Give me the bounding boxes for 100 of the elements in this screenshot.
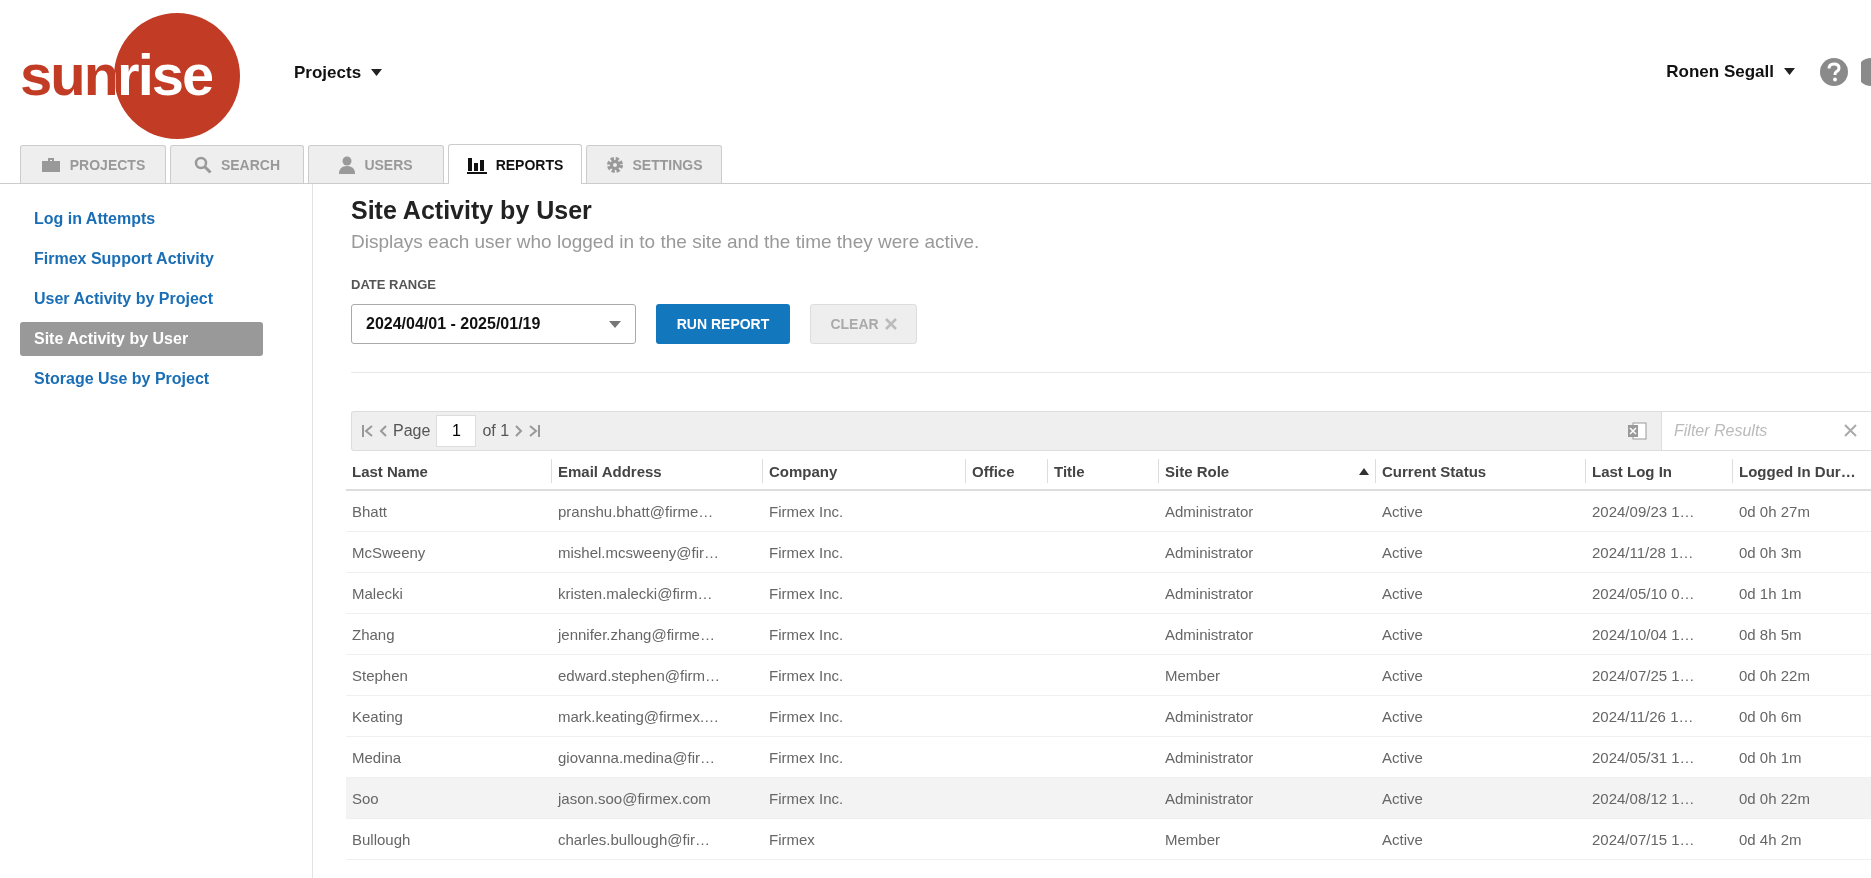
tab[interactable]: REPORTS (448, 144, 582, 184)
column-header[interactable]: Office (966, 459, 1048, 483)
projects-menu[interactable]: Projects (288, 61, 389, 84)
column-header[interactable]: Current Status (1376, 459, 1586, 483)
search-icon (193, 155, 212, 174)
table-cell: 0d 8h 5m (1739, 625, 1802, 643)
table-cell: 0d 0h 27m (1739, 502, 1810, 520)
table-cell: Active (1382, 502, 1423, 520)
date-range-label: DATE RANGE (351, 277, 437, 292)
table-row[interactable]: Soo jason.soo@firmex.com Firmex Inc. Administrator Active 2024/08/12 1… 0d 0h 22m (346, 778, 1871, 819)
first-page-icon[interactable] (362, 425, 373, 437)
table-cell: Administrator (1165, 625, 1254, 643)
table-cell: Zhang (352, 625, 395, 643)
caret-icon (371, 69, 383, 76)
table-cell: 2024/09/23 1… (1592, 502, 1695, 520)
gear-icon (605, 155, 624, 174)
table-row[interactable]: Keating mark.keating@firmex.… Firmex Inc. Administrator Active 2024/11/26 1… 0d 0h 6m (346, 696, 1871, 737)
page-label: Page (393, 422, 431, 440)
table-cell: Bhatt (352, 502, 388, 520)
close-icon (884, 318, 897, 330)
table-cell: Stephen (352, 666, 408, 684)
table-cell: mishel.mcsweeny@fir… (558, 543, 720, 561)
table-cell: Administrator (1165, 502, 1254, 520)
table-cell: Firmex Inc. (769, 584, 844, 602)
table-cell: Firmex Inc. (769, 625, 844, 643)
table-cell: 2024/08/12 1… (1592, 789, 1695, 807)
table-cell: Administrator (1165, 543, 1254, 561)
previous-page-icon[interactable] (379, 425, 387, 437)
table-cell: Administrator (1165, 584, 1254, 602)
next-page-icon[interactable] (515, 425, 524, 437)
spreadsheet-icon[interactable] (1627, 421, 1647, 441)
table-cell: Active (1382, 830, 1423, 848)
user-menu[interactable]: Ronen Segall (1660, 60, 1801, 83)
table-cell: Firmex Inc. (769, 543, 844, 561)
column-header[interactable]: Logged In Dur… (1733, 459, 1867, 483)
column-header[interactable]: Company (763, 459, 966, 483)
table-cell: 2024/05/31 1… (1592, 748, 1695, 766)
table-cell: Active (1382, 748, 1423, 766)
table-cell: jason.soo@firmex.com (558, 789, 711, 807)
table-cell: Firmex Inc. (769, 789, 844, 807)
column-header[interactable]: Site Role (1159, 459, 1376, 483)
sidebar-item[interactable]: User Activity by Project (20, 282, 263, 316)
table-cell: Firmex Inc. (769, 707, 844, 725)
caret-icon (1784, 68, 1795, 75)
table-cell: 2024/11/26 1… (1592, 707, 1694, 725)
table-cell: Malecki (352, 584, 403, 602)
table-cell: Keating (352, 707, 403, 725)
table-cell: 2024/07/25 1… (1592, 666, 1695, 684)
table-cell: Bullough (352, 830, 411, 848)
user-icon (339, 155, 356, 174)
table-cell: 0d 1h 1m (1739, 584, 1802, 602)
table-cell: 0d 0h 1m (1739, 748, 1802, 766)
table-row[interactable]: Bhatt pranshu.bhatt@firme… Firmex Inc. Administrator Active 2024/09/23 1… 0d 0h 27m (346, 491, 1871, 532)
column-header[interactable]: Last Name (346, 459, 552, 483)
clear-filter-icon[interactable] (1844, 424, 1857, 437)
column-header[interactable]: Last Log In (1586, 459, 1733, 483)
sidebar-item[interactable]: Log in Attempts (20, 202, 263, 236)
table-cell: mark.keating@firmex.… (558, 707, 720, 725)
table-cell: Firmex Inc. (769, 666, 844, 684)
sidebar-item[interactable]: Storage Use by Project (20, 362, 263, 396)
column-header[interactable]: Email Address (552, 459, 763, 483)
table-cell: edward.stephen@firm… (558, 666, 720, 684)
table-cell: Active (1382, 789, 1423, 807)
table-cell: 2024/05/10 0… (1592, 584, 1695, 602)
table-cell: Firmex Inc. (769, 502, 844, 520)
page-count: of 1 (482, 422, 510, 440)
table-cell: charles.bullough@fir… (558, 830, 710, 848)
column-header[interactable]: Title (1048, 459, 1159, 483)
table-row[interactable]: Bullough charles.bullough@fir… Firmex Member Active 2024/07/15 1… 0d 4h 2m (346, 819, 1871, 860)
help-icon[interactable] (1819, 56, 1849, 87)
table-cell: Active (1382, 625, 1423, 643)
table-cell: 2024/11/28 1… (1592, 543, 1694, 561)
table-row[interactable]: Stephen edward.stephen@firm… Firmex Inc. Member Active 2024/07/25 1… 0d 0h 22m (346, 655, 1871, 696)
table-row[interactable]: Zhang jennifer.zhang@firme… Firmex Inc. Administrator Active 2024/10/04 1… 0d 8h 5m (346, 614, 1871, 655)
table-cell: jennifer.zhang@firme… (558, 625, 715, 643)
table-cell: 0d 0h 3m (1739, 543, 1802, 561)
bar-chart-icon (466, 155, 487, 174)
table-cell: 0d 4h 2m (1739, 830, 1802, 848)
table-cell: 0d 0h 22m (1739, 666, 1810, 684)
table-cell: Active (1382, 584, 1423, 602)
filter-field[interactable]: Filter Results (1661, 412, 1871, 450)
table-cell: Member (1165, 666, 1220, 684)
table-cell: Administrator (1165, 707, 1254, 725)
sidebar-item[interactable]: Firmex Support Activity (20, 242, 263, 276)
table-cell: Soo (352, 789, 379, 807)
table-cell: Firmex Inc. (769, 748, 844, 766)
report-title: Site Activity by User (351, 196, 593, 225)
date-range-dropdown[interactable]: 2024/04/01 - 2025/01/19 (351, 304, 636, 344)
table-cell: McSweeny (352, 543, 426, 561)
run-report-button[interactable]: RUN REPORT (656, 304, 790, 344)
table-cell: Active (1382, 707, 1423, 725)
table-row[interactable]: Malecki kristen.malecki@firm… Firmex Inc. Administrator Active 2024/05/10 0… 0d 1h 1m (346, 573, 1871, 614)
last-page-icon[interactable] (529, 425, 541, 437)
briefcase-icon (40, 156, 61, 173)
table-cell: 2024/10/04 1… (1592, 625, 1695, 643)
table-row[interactable]: McSweeny mishel.mcsweeny@fir… Firmex Inc. Administrator Active 2024/11/28 1… 0d 0h 3m (346, 532, 1871, 573)
table-cell: Administrator (1165, 748, 1254, 766)
table-cell: Administrator (1165, 789, 1254, 807)
page-input[interactable]: 1 (436, 415, 477, 447)
table-cell: 2024/07/15 1… (1592, 830, 1695, 848)
